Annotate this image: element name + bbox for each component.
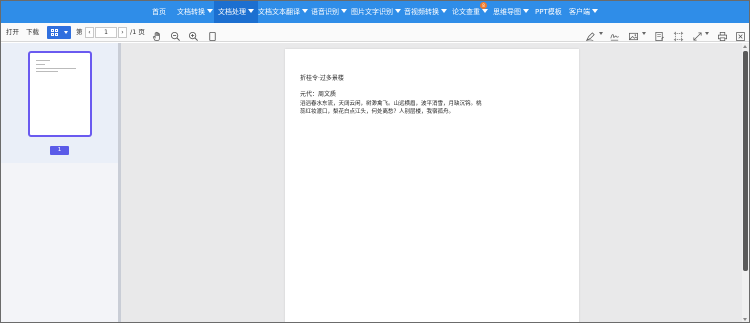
nav-plagiarism-check-label: 论文查重 [452,8,480,16]
download-button[interactable]: 下载 [26,23,39,42]
document-title: 折桂令·过多景楼 [300,75,344,82]
scroll-down-icon[interactable] [743,318,747,321]
page-fit-icon[interactable] [207,27,218,42]
nav-client[interactable]: 客户端 [569,1,598,23]
scroll-up-icon[interactable] [743,45,747,48]
chevron-down-icon[interactable] [599,32,603,35]
page-thumbnail[interactable] [28,51,92,137]
chevron-down-icon [523,9,529,13]
document-body: 滔滔春水东流，天阔云闲，树渺禽飞。山远横眉，波平消雪，月缺沉钩。桃蕊红妆渡口，梨… [300,101,482,115]
next-page-button[interactable]: › [118,27,127,38]
draw-pen-icon[interactable] [585,27,596,41]
thumbnail-panel: 1 [1,43,118,163]
page-number-input[interactable]: 1 [95,27,117,38]
chevron-down-icon [248,9,254,13]
open-button[interactable]: 打开 [6,23,19,42]
crop-select-icon[interactable] [673,27,684,42]
scrollbar-thumb[interactable] [743,51,748,271]
close-icon[interactable] [735,27,746,41]
chevron-down-icon [441,9,447,13]
prev-page-button[interactable]: ‹ [85,27,94,38]
thumbnail-view-button[interactable] [47,26,71,39]
nav-mind-map-label: 思维导图 [493,8,521,16]
total-pages-label: /1 页 [130,28,145,36]
nav-ppt-template-label: PPT模板 [535,8,562,16]
hand-tool-icon[interactable] [151,27,162,41]
chevron-down-icon [341,9,347,13]
chevron-down-icon [64,31,68,34]
top-nav-bar: 首页 文档转换 文档处理 文档文本翻译 语音识别 图片文字识别 音视频转换 论文… [1,1,749,23]
nav-doc-convert[interactable]: 文档转换 [177,1,213,23]
nav-home[interactable]: 首页 [152,1,166,23]
print-icon[interactable] [717,27,728,41]
nav-doc-process[interactable]: 文档处理 [214,1,258,23]
app-window: 首页 文档转换 文档处理 文档文本翻译 语音识别 图片文字识别 音视频转换 论文… [0,0,750,323]
nav-home-label: 首页 [152,8,166,16]
chevron-down-icon [482,9,488,13]
resize-arrows-icon[interactable] [692,27,703,41]
nav-client-label: 客户端 [569,8,590,16]
zoom-out-icon[interactable] [170,27,181,41]
nav-doc-translate[interactable]: 文档文本翻译 [258,1,308,23]
nav-ocr-label: 图片文字识别 [351,8,393,16]
chevron-down-icon [302,9,308,13]
chevron-down-icon [592,9,598,13]
nav-av-convert-label: 音视频转换 [404,8,439,16]
nav-ocr[interactable]: 图片文字识别 [351,1,401,23]
viewer-toolbar: 打开 下载 第 ‹ 1 › /1 页 [1,23,749,42]
nav-speech-recognition-label: 语音识别 [311,8,339,16]
nav-av-convert[interactable]: 音视频转换 [404,1,447,23]
vertical-scrollbar[interactable] [742,43,749,322]
thumbnail-sidebar: 1 [1,43,118,322]
document-page: 折桂令·过多景楼 元代：周文质 滔滔春水东流，天阔云闲，树渺禽飞。山远横眉，波平… [285,49,579,322]
grid-icon [51,29,58,36]
chevron-down-icon [395,9,401,13]
nav-doc-translate-label: 文档文本翻译 [258,8,300,16]
zoom-in-icon[interactable] [188,27,199,41]
thumbnail-page-number[interactable]: 1 [50,146,69,155]
nav-speech-recognition[interactable]: 语音识别 [311,1,347,23]
edit-note-icon[interactable] [654,27,665,41]
chevron-down-icon [207,9,213,13]
page-prefix-label: 第 [76,28,83,36]
document-viewport: 折桂令·过多景楼 元代：周文质 滔滔春水东流，天阔云闲，树渺禽飞。山远横眉，波平… [121,43,742,322]
nav-mind-map[interactable]: 思维导图 [493,1,529,23]
new-badge: 8 [480,2,487,9]
nav-doc-process-label: 文档处理 [218,8,246,16]
chevron-down-icon[interactable] [705,32,709,35]
image-icon[interactable] [628,27,639,41]
chevron-down-icon[interactable] [642,32,646,35]
signature-icon[interactable] [609,27,620,41]
nav-ppt-template[interactable]: PPT模板 [535,1,562,23]
nav-doc-convert-label: 文档转换 [177,8,205,16]
document-author: 元代：周文质 [300,91,337,98]
